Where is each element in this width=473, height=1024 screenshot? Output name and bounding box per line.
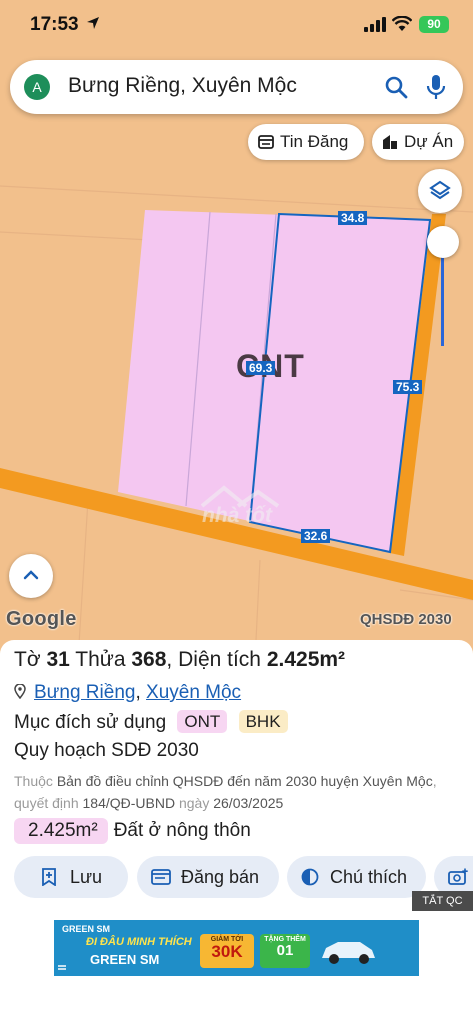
building-icon	[383, 135, 397, 149]
search-bar[interactable]: A Bưng Riềng, Xuyên Mộc	[10, 60, 463, 114]
purpose-label: Mục đích sử dụng	[14, 712, 167, 733]
close-ad-button[interactable]: TẮT QC	[412, 891, 473, 911]
listing-icon	[151, 869, 171, 885]
ad-brand-top: GREEN SM	[62, 924, 111, 934]
parcel-info-sheet: Tờ 31 Thửa 368, Diện tích 2.425m² Bưng R…	[0, 640, 473, 1024]
battery-indicator: 90	[419, 16, 449, 33]
decision-label: quyết định	[14, 795, 79, 811]
wifi-icon	[392, 16, 412, 31]
lot-number: 368	[131, 648, 167, 671]
contrast-icon	[301, 868, 319, 886]
ad-banner[interactable]: GREEN SM ĐI ĐÂU MINH THÍCH GREEN SM GIẢM…	[54, 920, 419, 976]
status-bar: 17:53 90	[0, 0, 473, 52]
purpose-tag-ont: ONT	[177, 710, 228, 733]
save-label: Lưu	[70, 867, 103, 887]
location-arrow-icon	[87, 17, 99, 29]
map-view[interactable]: 17:53 90 A Bưng Riềng, Xuyên Mộc Tin Đăn…	[0, 0, 473, 660]
dimension-left: 69.3	[246, 361, 276, 375]
bookmark-add-icon	[42, 868, 56, 886]
projects-chip[interactable]: Dự Án	[372, 124, 464, 160]
sheet-label: Tờ	[14, 648, 41, 671]
collapse-button[interactable]	[9, 554, 53, 598]
plan-title: Quy hoạch SDĐ 2030	[14, 740, 199, 761]
search-query[interactable]: Bưng Riềng, Xuyên Mộc	[68, 74, 297, 98]
purpose-tag-bhk: BHK	[238, 710, 288, 733]
ad-promo-bonus: TẶNG THÊM 01	[260, 934, 310, 968]
location-pin-icon	[14, 684, 26, 699]
projects-chip-label: Dự Án	[404, 132, 454, 151]
area-label: Diện tích	[178, 648, 261, 671]
dimension-bottom: 32.6	[301, 529, 331, 543]
post-label: Đăng bán	[181, 867, 260, 887]
ad-slogan: ĐI ĐÂU MINH THÍCH	[86, 936, 192, 948]
cellular-signal-icon	[364, 17, 386, 32]
source-document: Bản đồ điều chỉnh QHSDĐ đến năm 2030 huy…	[56, 773, 433, 789]
opacity-slider-knob[interactable]	[427, 226, 459, 258]
car-illustration-icon	[322, 942, 375, 964]
listings-icon	[258, 135, 274, 149]
watermark-text: nhà tốt	[202, 504, 272, 527]
camera-add-icon	[448, 868, 468, 885]
land-type-row: 2.425m² Đất ở nông thôn	[14, 818, 251, 844]
search-icon[interactable]	[384, 75, 408, 99]
land-use-purpose: Mục đích sử dụng ONT BHK	[14, 710, 288, 734]
decision-number: 184/QĐ-UBND	[82, 795, 176, 811]
legend-button[interactable]: Chú thích	[287, 856, 426, 898]
ad-choices-icon	[58, 965, 66, 970]
listings-chip[interactable]: Tin Đăng	[248, 124, 364, 160]
layers-icon	[429, 180, 451, 200]
map-layer-label: QHSDĐ 2030	[360, 611, 452, 628]
plan-source: Thuộc Bản đồ điều chỉnh QHSDĐ đến năm 20…	[14, 773, 437, 811]
legend-label: Chú thích	[330, 867, 408, 887]
save-button[interactable]: Lưu	[14, 856, 128, 898]
parcel-address: Bưng Riềng, Xuyên Mộc	[14, 682, 241, 704]
source-prefix: Thuộc	[14, 773, 53, 789]
listings-chip-label: Tin Đăng	[280, 132, 349, 151]
dimension-top: 34.8	[338, 211, 368, 225]
lot-label: Thửa	[75, 648, 126, 671]
area-value: 2.425m²	[266, 648, 346, 671]
district-link[interactable]: Xuyên Mộc	[146, 682, 241, 703]
decision-date: 26/03/2025	[213, 795, 284, 811]
parcel-title: Tờ 31 Thửa 368, Diện tích 2.425m²	[14, 648, 346, 671]
land-type: Đất ở nông thôn	[113, 820, 251, 841]
area-badge: 2.425m²	[14, 818, 108, 844]
google-attribution: Google	[6, 608, 77, 630]
chevron-up-icon	[23, 570, 39, 580]
status-time: 17:53	[30, 14, 79, 35]
ward-link[interactable]: Bưng Riềng	[34, 682, 135, 703]
post-for-sale-button[interactable]: Đăng bán	[137, 856, 279, 898]
microphone-icon[interactable]	[426, 74, 446, 100]
account-avatar[interactable]: A	[24, 74, 50, 100]
sheet-number: 31	[46, 648, 70, 671]
ad-promo-value: 30K	[211, 942, 243, 961]
ad-brand: GREEN SM	[90, 952, 160, 967]
ad-promo2-value: 01	[276, 942, 294, 959]
watermark: nhà tốt	[172, 484, 302, 530]
ad-promo-discount: GIẢM TỚI 30K	[200, 934, 254, 968]
layers-button[interactable]	[418, 169, 462, 213]
dimension-right: 75.3	[393, 380, 423, 394]
date-label: ngày	[178, 795, 210, 811]
